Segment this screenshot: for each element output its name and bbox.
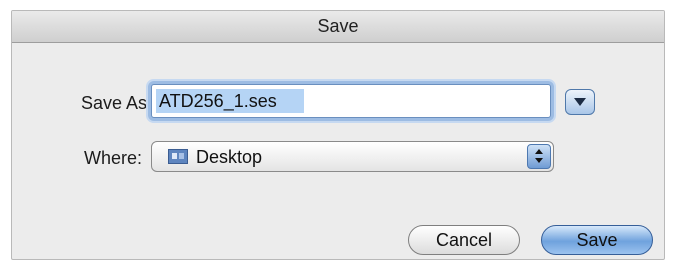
cancel-button[interactable]: Cancel (408, 225, 520, 255)
where-label: Where: (83, 148, 142, 168)
save-button[interactable]: Save (541, 225, 653, 255)
filename-field[interactable] (151, 84, 551, 118)
where-popup[interactable]: Desktop (151, 141, 554, 172)
where-value: Desktop (196, 147, 263, 167)
disclosure-triangle-icon (574, 98, 586, 106)
filename-input[interactable] (155, 88, 543, 114)
dialog-title: Save (12, 11, 664, 43)
save-as-label: Save As: (80, 93, 152, 113)
desktop-folder-icon (168, 149, 188, 164)
expand-dialog-button[interactable] (565, 89, 595, 115)
save-dialog: Save Save As: Where: Desktop Cancel Save (11, 10, 665, 260)
up-down-arrows-icon (527, 144, 551, 169)
